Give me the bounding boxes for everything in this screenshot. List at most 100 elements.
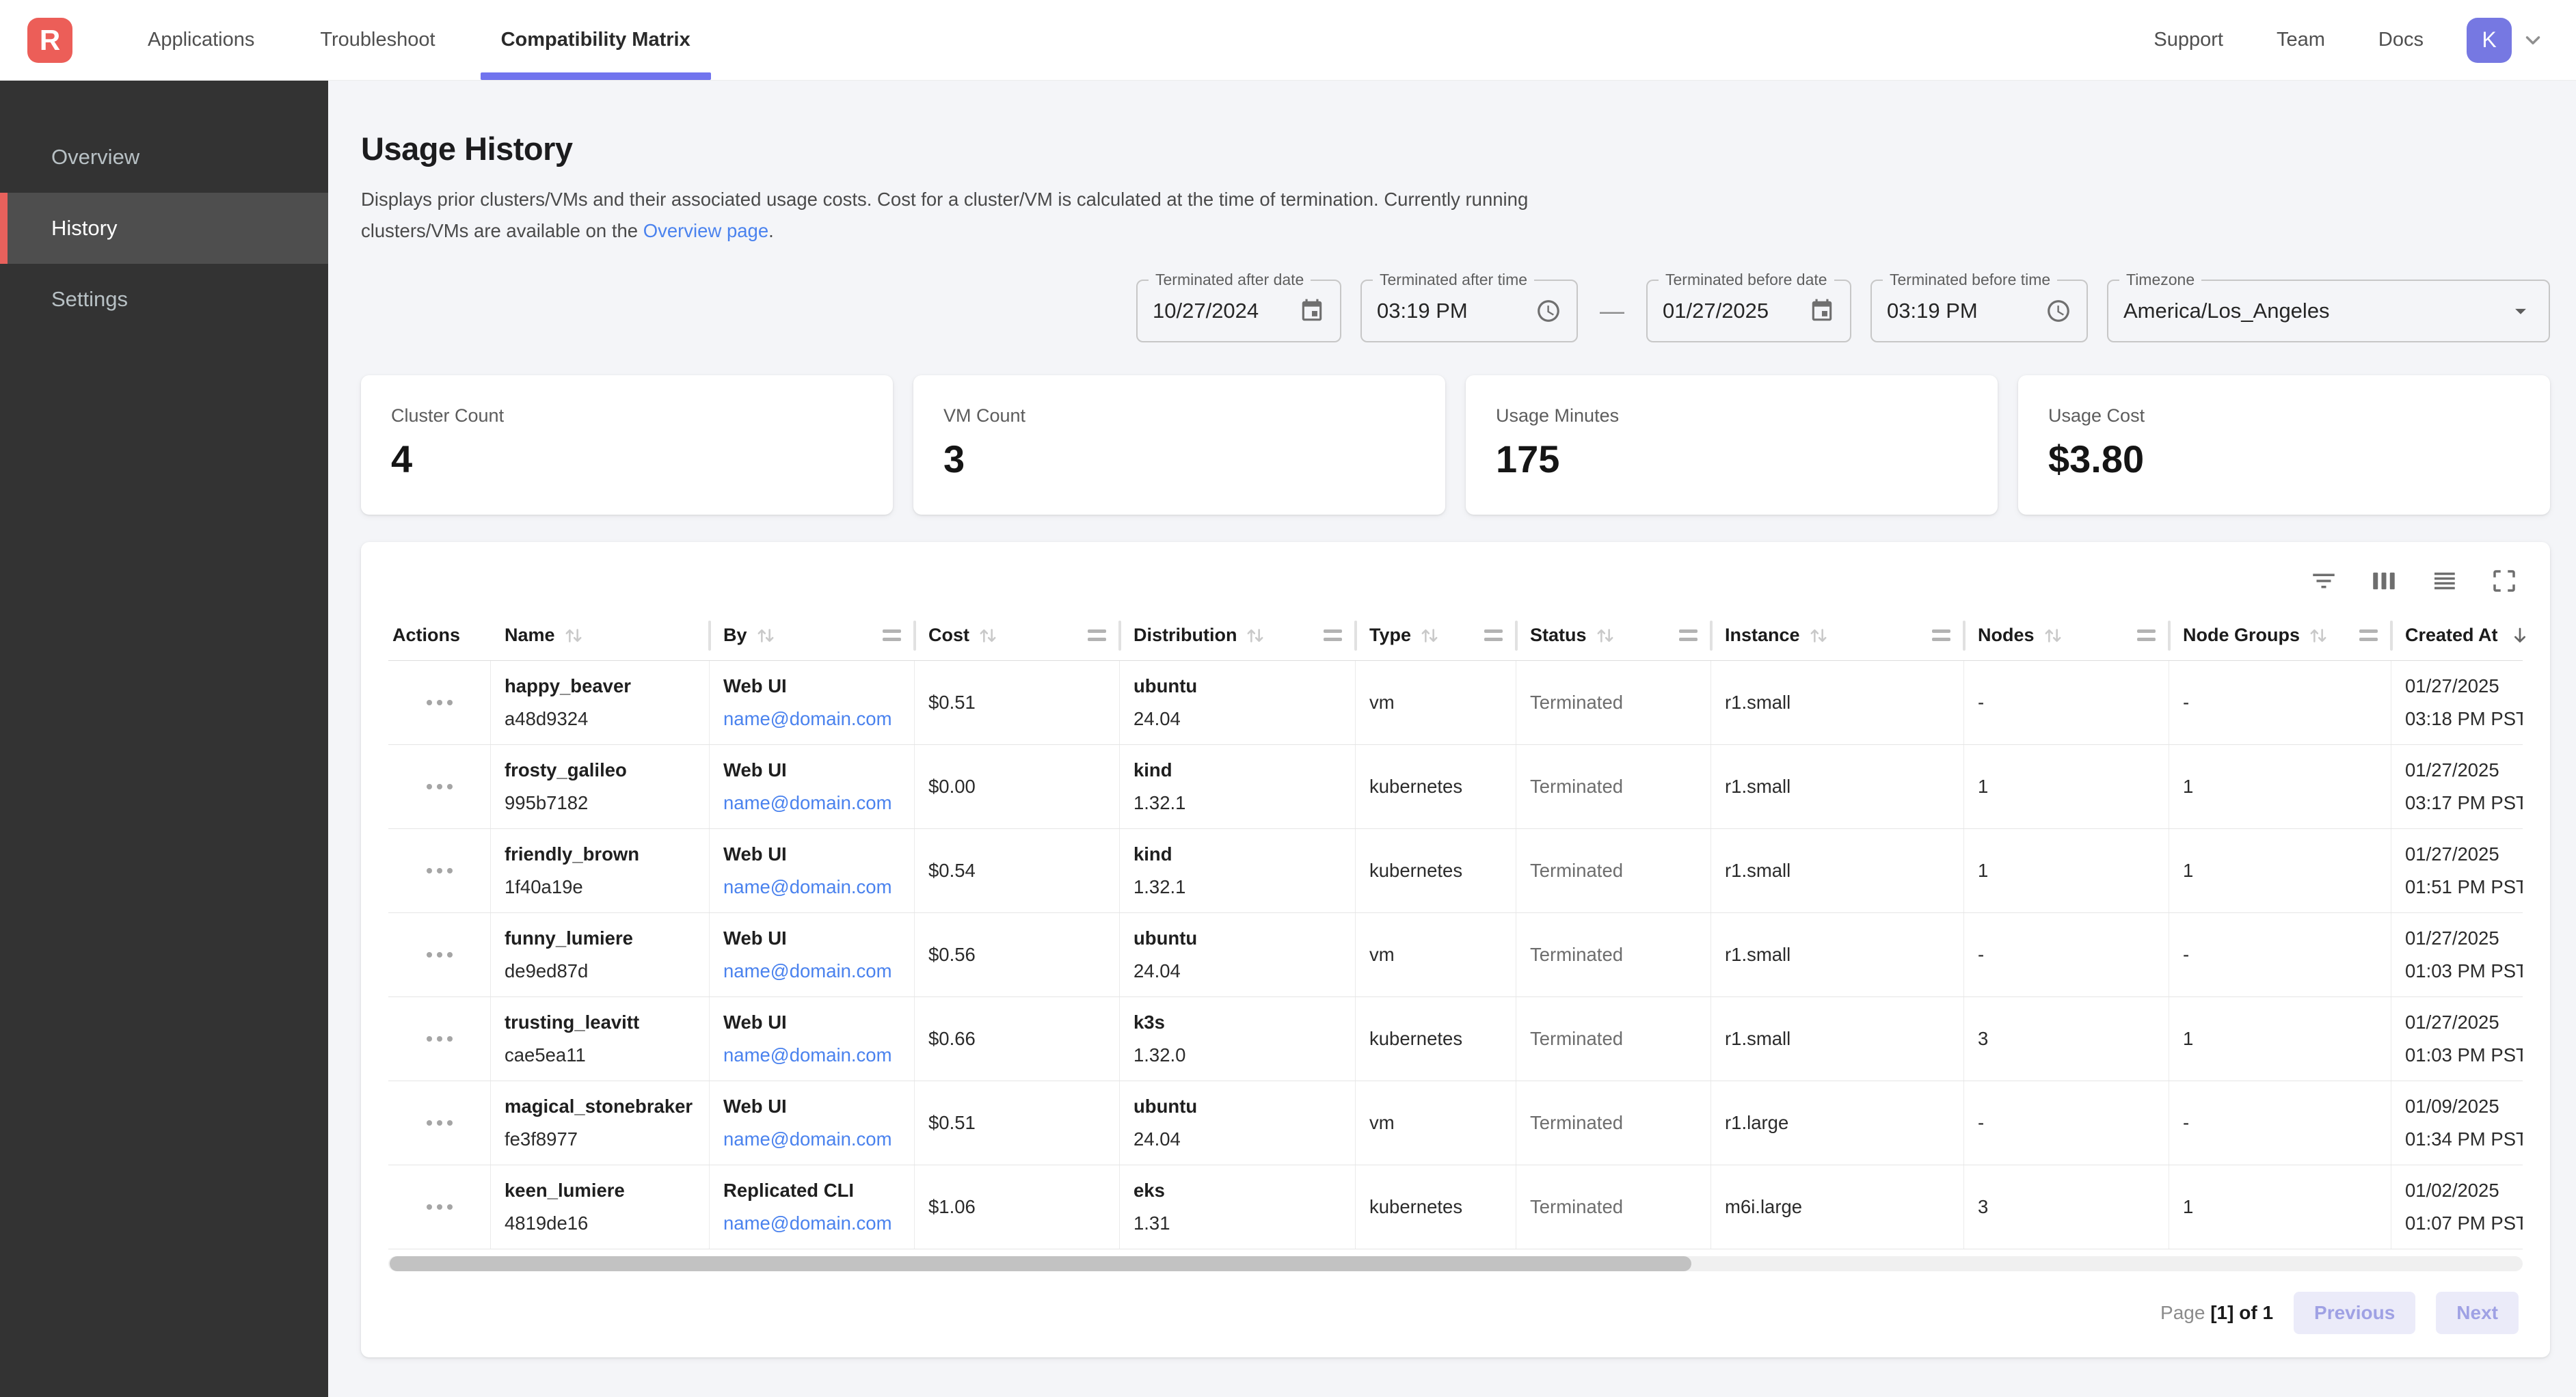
- columns-icon[interactable]: [2370, 567, 2398, 595]
- chevron-down-icon[interactable]: [2521, 29, 2545, 52]
- timezone-select[interactable]: Timezone America/Los_Angeles: [2107, 280, 2550, 342]
- column-menu-icon[interactable]: [1669, 629, 1698, 641]
- horizontal-scrollbar[interactable]: [388, 1256, 2523, 1271]
- nav-link-docs[interactable]: Docs: [2352, 29, 2450, 51]
- nav-tab-compatibility-matrix[interactable]: Compatibility Matrix: [468, 0, 723, 80]
- column-header[interactable]: Name: [491, 610, 710, 660]
- terminated-after-time-field[interactable]: Terminated after time 03:19 PM: [1360, 280, 1578, 342]
- cell-by: Web UI name@domain.com: [710, 913, 915, 996]
- column-header[interactable]: Distribution: [1120, 610, 1356, 660]
- row-actions-button[interactable]: [388, 997, 491, 1081]
- column-header[interactable]: Cost: [915, 610, 1120, 660]
- next-page-button[interactable]: Next: [2436, 1292, 2519, 1334]
- column-menu-icon[interactable]: [2128, 629, 2156, 641]
- clock-icon[interactable]: [2032, 298, 2071, 324]
- top-navigation: R Applications Troubleshoot Compatibilit…: [0, 0, 2576, 81]
- column-menu-icon[interactable]: [1314, 629, 1342, 641]
- created-by-email-link[interactable]: name@domain.com: [723, 1207, 900, 1240]
- column-menu-icon[interactable]: [873, 629, 901, 641]
- calendar-icon[interactable]: [1795, 298, 1835, 324]
- created-by-email-link[interactable]: name@domain.com: [723, 1039, 900, 1072]
- row-actions-button[interactable]: [388, 913, 491, 996]
- clock-icon[interactable]: [1522, 298, 1561, 324]
- calendar-icon[interactable]: [1285, 298, 1325, 324]
- column-header[interactable]: Node Groups: [2169, 610, 2391, 660]
- cell-created-at: 01/27/2025 01:51 PM PST: [2391, 829, 2523, 912]
- sidebar-item-history[interactable]: History: [0, 193, 328, 264]
- column-label: Created At: [2405, 625, 2498, 646]
- sort-icon[interactable]: [976, 624, 999, 647]
- fullscreen-icon[interactable]: [2490, 567, 2519, 595]
- created-by-email-link[interactable]: name@domain.com: [723, 871, 900, 904]
- cell-nodes: -: [1964, 913, 2169, 996]
- cell-created-at: 01/27/2025 01:03 PM PST: [2391, 997, 2523, 1081]
- distribution-version: 24.04: [1133, 955, 1341, 988]
- row-actions-button[interactable]: [388, 1165, 491, 1249]
- terminated-before-date-field[interactable]: Terminated before date 01/27/2025: [1646, 280, 1851, 342]
- cell-name: friendly_brown 1f40a19e: [491, 829, 710, 912]
- previous-page-button[interactable]: Previous: [2294, 1292, 2415, 1334]
- row-actions-button[interactable]: [388, 1081, 491, 1165]
- sidebar-item-settings[interactable]: Settings: [0, 264, 328, 335]
- column-menu-icon[interactable]: [1922, 629, 1950, 641]
- created-by-email-link[interactable]: name@domain.com: [723, 787, 900, 819]
- sidebar-item-overview[interactable]: Overview: [0, 122, 328, 193]
- density-icon[interactable]: [2430, 567, 2458, 595]
- row-actions-button[interactable]: [388, 661, 491, 744]
- column-header[interactable]: Created At: [2391, 610, 2523, 660]
- cluster-name: friendly_brown: [505, 838, 695, 871]
- table-body: happy_beaver a48d9324 Web UI name@domain…: [388, 661, 2523, 1249]
- type-value: kubernetes: [1369, 1022, 1502, 1055]
- scrollbar-thumb[interactable]: [390, 1256, 1691, 1271]
- sort-icon[interactable]: [1807, 624, 1830, 647]
- created-by-email-link[interactable]: name@domain.com: [723, 1123, 900, 1156]
- column-header[interactable]: Type: [1356, 610, 1516, 660]
- row-actions-button[interactable]: [388, 829, 491, 912]
- page-description: Displays prior clusters/VMs and their as…: [361, 184, 2550, 247]
- distribution-name: k3s: [1133, 1006, 1341, 1039]
- replicated-logo[interactable]: R: [27, 18, 72, 63]
- filter-icon[interactable]: [2309, 567, 2338, 595]
- sort-icon[interactable]: [1244, 624, 1267, 647]
- sort-icon[interactable]: [2041, 624, 2065, 647]
- sort-icon[interactable]: [1418, 624, 1441, 647]
- sort-icon[interactable]: [562, 624, 585, 647]
- cell-distribution: eks 1.31: [1120, 1165, 1356, 1249]
- nav-tab-troubleshoot[interactable]: Troubleshoot: [287, 0, 468, 80]
- terminated-after-date-field[interactable]: Terminated after date 10/27/2024: [1136, 280, 1341, 342]
- sort-icon[interactable]: [2307, 624, 2330, 647]
- table-row: frosty_galileo 995b7182 Web UI name@doma…: [388, 745, 2523, 829]
- column-header[interactable]: Status: [1516, 610, 1711, 660]
- column-header[interactable]: Actions: [388, 610, 491, 660]
- column-menu-icon[interactable]: [1078, 629, 1106, 641]
- nodes-value: -: [1978, 938, 2155, 971]
- nav-link-team[interactable]: Team: [2250, 29, 2352, 51]
- nav-link-support[interactable]: Support: [2127, 29, 2250, 51]
- cost-value: $0.66: [928, 1022, 1105, 1055]
- row-actions-button[interactable]: [388, 745, 491, 828]
- created-by-email-link[interactable]: name@domain.com: [723, 955, 900, 988]
- sort-icon[interactable]: [754, 624, 777, 647]
- column-header[interactable]: Nodes: [1964, 610, 2169, 660]
- cost-value: $0.51: [928, 1107, 1105, 1139]
- created-by-email-link[interactable]: name@domain.com: [723, 703, 900, 735]
- instance-value: r1.small: [1725, 1022, 1950, 1055]
- column-header[interactable]: By: [710, 610, 915, 660]
- distribution-version: 24.04: [1133, 703, 1341, 735]
- dropdown-caret-icon[interactable]: [2494, 298, 2534, 324]
- terminated-before-time-field[interactable]: Terminated before time 03:19 PM: [1870, 280, 2088, 342]
- column-menu-icon[interactable]: [1475, 629, 1503, 641]
- user-avatar[interactable]: K: [2467, 18, 2512, 63]
- distribution-name: kind: [1133, 838, 1341, 871]
- cluster-id: 995b7182: [505, 787, 695, 819]
- nodes-value: -: [1978, 1107, 2155, 1139]
- nav-tab-applications[interactable]: Applications: [115, 0, 287, 80]
- sort-icon[interactable]: [1594, 624, 1617, 647]
- sorted-desc-icon[interactable]: [2509, 625, 2531, 647]
- cluster-id: de9ed87d: [505, 955, 695, 988]
- column-header[interactable]: Instance: [1711, 610, 1964, 660]
- terminated-after-date-label: Terminated after date: [1149, 271, 1311, 289]
- column-menu-icon[interactable]: [2350, 629, 2378, 641]
- cell-status: Terminated: [1516, 745, 1711, 828]
- overview-page-link[interactable]: Overview page: [643, 220, 768, 241]
